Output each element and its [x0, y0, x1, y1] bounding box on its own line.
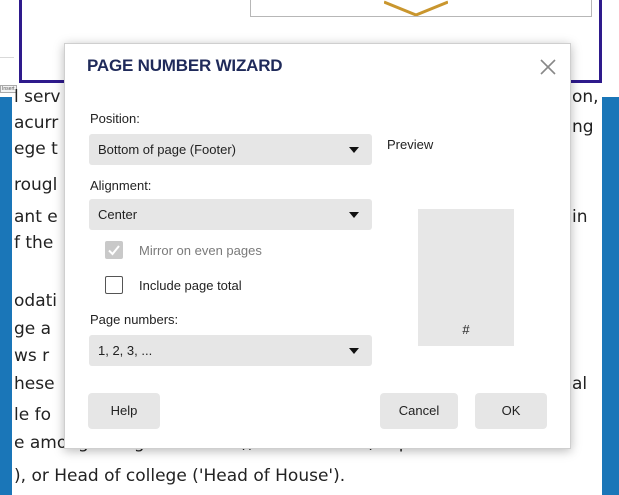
document-text-fragment: ng	[572, 117, 594, 137]
document-text-line: acurr	[14, 113, 59, 133]
document-text-line: ws r	[14, 346, 50, 366]
dialog-title: PAGE NUMBER WIZARD	[87, 56, 283, 75]
document-margin-band-left	[0, 97, 12, 495]
chevron-down-icon	[349, 348, 359, 354]
logo-chevron-icon	[384, 0, 448, 16]
document-text-line: le fo	[14, 405, 51, 425]
document-margin-band-right	[602, 97, 619, 495]
page-numbers-label: Page numbers:	[90, 312, 179, 327]
alignment-select[interactable]: Center	[89, 199, 372, 230]
position-select[interactable]: Bottom of page (Footer)	[89, 134, 372, 165]
page-numbers-select-value: 1, 2, 3, ...	[98, 343, 153, 358]
chevron-down-icon	[349, 212, 359, 218]
document-text-line: ant e	[14, 207, 58, 227]
page-number-wizard-dialog: PAGE NUMBER WIZARD Position: Bottom of p…	[64, 43, 571, 449]
close-icon[interactable]	[537, 56, 559, 78]
position-select-value: Bottom of page (Footer)	[98, 142, 237, 157]
chevron-down-icon	[349, 147, 359, 153]
document-text-line: f the	[14, 233, 54, 253]
document-text-line: l serv	[14, 87, 61, 107]
ok-button[interactable]: OK	[475, 393, 547, 429]
document-text-line: ge a	[14, 319, 52, 339]
help-button[interactable]: Help	[88, 393, 160, 429]
document-text-fragment: on,	[572, 87, 599, 107]
document-text-fragment: al	[572, 374, 588, 394]
document-text-line: rougl	[14, 175, 58, 195]
preview-page: #	[418, 209, 514, 346]
document-text-line: ege t	[14, 139, 58, 159]
include-page-total-checkbox[interactable]	[105, 276, 123, 294]
cancel-button[interactable]: Cancel	[380, 393, 458, 429]
document-text-line: odati	[14, 291, 57, 311]
alignment-select-value: Center	[98, 207, 138, 222]
preview-page-number-marker: #	[462, 322, 470, 337]
document-text-line: ), or Head of college ('Head of House').	[14, 466, 346, 486]
position-label: Position:	[90, 111, 140, 126]
preview-label: Preview	[387, 137, 434, 152]
page-numbers-select[interactable]: 1, 2, 3, ...	[89, 335, 372, 366]
toolbar-edge	[0, 41, 14, 58]
document-text-line: hese	[14, 374, 55, 394]
mirror-even-pages-label: Mirror on even pages	[139, 243, 262, 258]
document-text-fragment: in	[572, 207, 588, 227]
include-page-total-label: Include page total	[139, 278, 242, 293]
mirror-even-pages-checkbox[interactable]	[105, 241, 123, 259]
alignment-label: Alignment:	[90, 178, 152, 193]
checkmark-icon	[108, 245, 120, 256]
